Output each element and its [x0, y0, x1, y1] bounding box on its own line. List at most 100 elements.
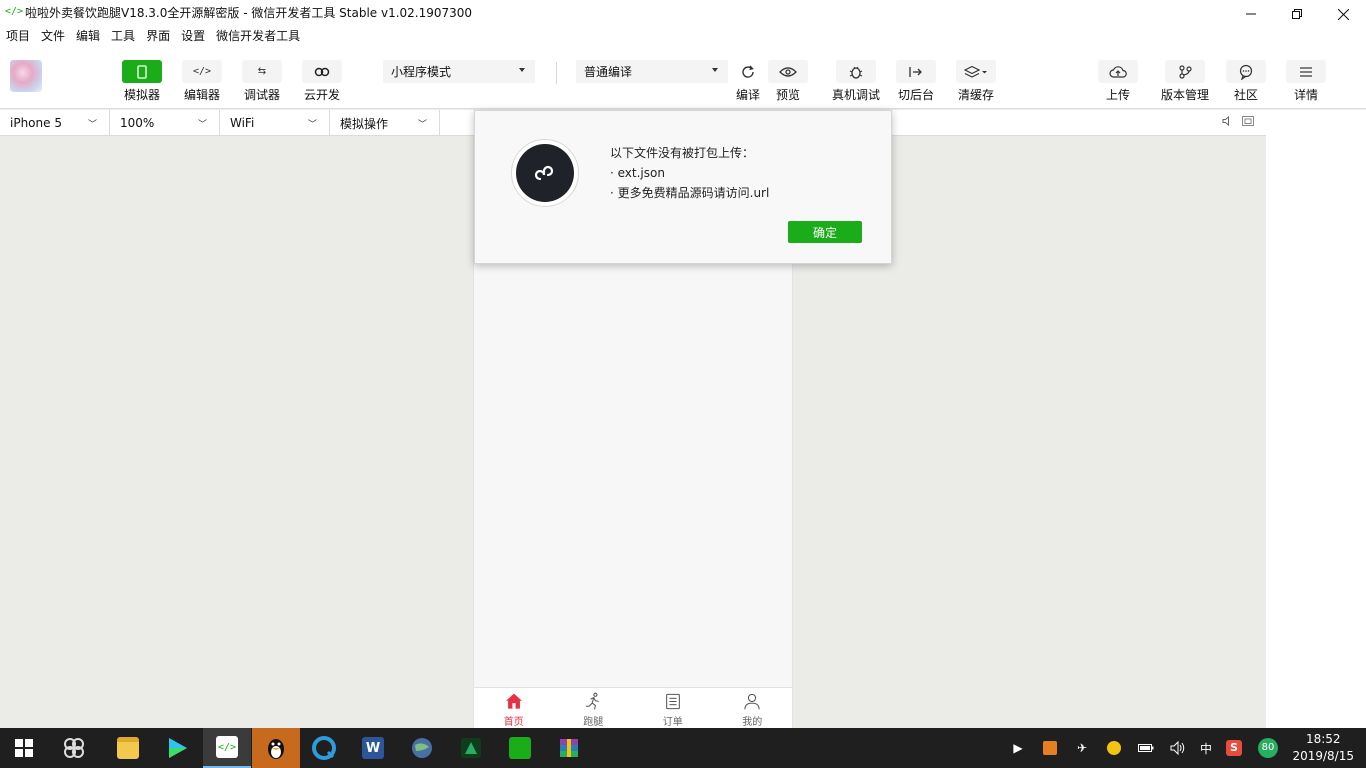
remote-debug-button[interactable]: 真机调试	[832, 60, 880, 103]
taskbar-app-flower[interactable]	[50, 728, 98, 768]
dialog-file-item: · 更多免费精品源码请访问.url	[610, 186, 770, 200]
community-label: 社区	[1233, 88, 1258, 102]
network-select[interactable]: WiFi ﹀	[220, 110, 330, 136]
compile-label: 编译	[735, 88, 760, 102]
eye-icon	[779, 66, 797, 77]
flower-app-icon	[64, 738, 84, 758]
menu-interface[interactable]: 界面	[146, 27, 170, 44]
refresh-icon	[742, 65, 754, 78]
tab-mine[interactable]: 我的	[713, 688, 793, 728]
green-arrow-icon	[461, 738, 481, 758]
tab-errand[interactable]: 跑腿	[554, 688, 634, 728]
menu-file[interactable]: 文件	[41, 27, 65, 44]
taskbar-wechat-devtools[interactable]: </>	[203, 728, 251, 768]
system-clock[interactable]: 18:52 2019/8/15	[1292, 731, 1354, 765]
mini-program-icon	[534, 165, 554, 181]
menu-bar: 项目 文件 编辑 工具 界面 设置 微信开发者工具	[0, 24, 1366, 46]
tab-home[interactable]: 首页	[474, 688, 554, 728]
start-button[interactable]	[0, 728, 48, 768]
tray-sogou-icon[interactable]: S	[1222, 728, 1246, 768]
running-person-icon	[586, 692, 599, 710]
editor-label: 编辑器	[183, 88, 220, 102]
zoom-select[interactable]: 100% ﹀	[110, 110, 220, 136]
archive-icon	[560, 739, 578, 757]
phone-icon	[137, 64, 147, 79]
right-panel	[1266, 110, 1366, 728]
version-management-button[interactable]: 版本管理	[1161, 60, 1209, 103]
menu-lines-icon	[1300, 66, 1312, 77]
devtools-icon: </>	[216, 736, 238, 758]
device-select[interactable]: iPhone 5 ﹀	[0, 110, 110, 136]
menu-wechat-devtools[interactable]: 微信开发者工具	[216, 27, 300, 44]
tray-score-badge[interactable]: 80	[1256, 728, 1280, 768]
device-bar-actions	[1212, 115, 1254, 129]
score-badge-value: 80	[1258, 738, 1278, 758]
community-button[interactable]: 社区	[1226, 60, 1266, 103]
taskbar-file-explorer[interactable]	[104, 728, 152, 768]
preview-button[interactable]: 预览	[768, 60, 808, 103]
menu-edit[interactable]: 编辑	[76, 27, 100, 44]
tray-app-icon[interactable]	[1038, 728, 1062, 768]
tray-security-icon[interactable]	[1102, 728, 1126, 768]
detach-window-icon[interactable]	[1242, 116, 1254, 129]
editor-button[interactable]: </> 编辑器	[182, 60, 222, 103]
tray-input-method[interactable]: 中	[1194, 728, 1218, 768]
user-avatar[interactable]	[10, 60, 42, 92]
minimize-icon	[1246, 13, 1256, 15]
compile-mode-select[interactable]: 普通编译	[576, 60, 728, 83]
windows-taskbar: </> W ▶ ✈ 中 S 80 18:52 2019/8/15	[0, 728, 1366, 768]
taskbar-word[interactable]: W	[349, 728, 397, 768]
chevron-down-icon: ﹀	[197, 120, 207, 130]
user-icon	[744, 693, 760, 710]
upload-button[interactable]: 上传	[1098, 60, 1138, 103]
wechat-app-icon	[509, 737, 531, 759]
taskbar-browser[interactable]	[300, 728, 348, 768]
title-bar: </> 啦啦外卖餐饮跑腿V18.3.0全开源解密版 - 微信开发者工具 Stab…	[0, 0, 1366, 24]
taskbar-wechat-app[interactable]	[496, 728, 544, 768]
dialog-file-item: · ext.json	[610, 166, 665, 180]
mode-select[interactable]: 小程序模式	[383, 60, 535, 83]
layers-icon	[964, 65, 987, 78]
mode-select-value: 小程序模式	[391, 65, 452, 79]
simulator-button[interactable]: 模拟器	[122, 60, 162, 103]
confirm-button[interactable]: 确定	[788, 221, 862, 243]
preview-label: 预览	[775, 88, 800, 102]
restore-icon	[1292, 9, 1302, 19]
taskbar-qq[interactable]	[252, 728, 300, 768]
compile-button[interactable]: 编译	[728, 60, 768, 103]
tab-orders[interactable]: 订单	[633, 688, 713, 728]
details-button[interactable]: 详情	[1286, 60, 1326, 103]
mini-program-logo	[511, 139, 579, 207]
speaker-icon[interactable]	[1222, 115, 1232, 129]
tray-volume-icon[interactable]	[1166, 728, 1190, 768]
taskbar-globe-app[interactable]	[398, 728, 446, 768]
tray-airplane-icon[interactable]: ✈	[1070, 728, 1094, 768]
upload-notice-dialog: 以下文件没有被打包上传： · ext.json · 更多免费精品源码请访问.ur…	[474, 110, 892, 264]
chevron-down-icon: ﹀	[307, 120, 317, 130]
background-button[interactable]: 切后台	[896, 60, 936, 103]
menu-project[interactable]: 项目	[6, 27, 30, 44]
menu-settings[interactable]: 设置	[181, 27, 205, 44]
word-icon: W	[362, 737, 384, 759]
clear-cache-button[interactable]: 清缓存	[956, 60, 996, 103]
devtools-app-icon: </>	[5, 6, 24, 17]
chevron-down-icon: ﹀	[87, 120, 97, 130]
taskbar-winrar[interactable]	[545, 728, 593, 768]
menu-tools[interactable]: 工具	[111, 27, 135, 44]
cloud-dev-button[interactable]: 云开发	[302, 60, 342, 103]
chat-bubble-icon	[1239, 64, 1253, 80]
window-title: 啦啦外卖餐饮跑腿V18.3.0全开源解密版 - 微信开发者工具 Stable v…	[25, 5, 473, 20]
debugger-button[interactable]: ⇆ 调试器	[242, 60, 282, 103]
upload-label: 上传	[1105, 88, 1130, 102]
operation-select-value: 模拟操作	[340, 116, 389, 131]
operation-select[interactable]: 模拟操作 ﹀	[330, 110, 440, 136]
clear-cache-label: 清缓存	[957, 88, 994, 102]
tray-battery-icon[interactable]	[1134, 728, 1158, 768]
cloud-upload-icon	[1109, 65, 1127, 78]
play-icon	[169, 738, 187, 758]
taskbar-green-app[interactable]	[447, 728, 495, 768]
tray-media-icon[interactable]: ▶	[1006, 728, 1030, 768]
version-management-label: 版本管理	[1161, 88, 1210, 102]
network-select-value: WiFi	[230, 116, 255, 130]
taskbar-media-player[interactable]	[153, 728, 201, 768]
